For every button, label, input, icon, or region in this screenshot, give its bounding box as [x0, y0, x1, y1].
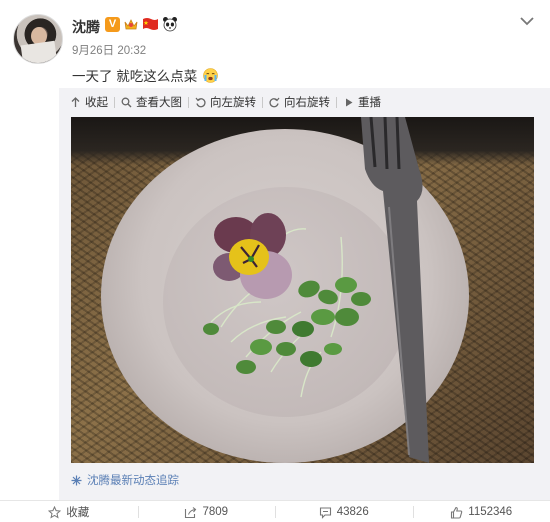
thumbs-up-icon — [450, 506, 463, 519]
favorite-label: 收藏 — [66, 507, 90, 519]
image-toolbar: 收起 查看大图 向左旋转 向右旋转 重播 — [59, 88, 550, 116]
follow-trend-label: 沈腾最新动态追踪 — [87, 475, 179, 487]
post-action-bar: 收藏 7809 43826 1152346 — [0, 502, 550, 522]
verified-v-icon[interactable]: V — [105, 16, 120, 32]
avatar[interactable] — [13, 14, 63, 64]
photo-garnish-and-fork — [203, 117, 429, 463]
magnifier-icon — [121, 97, 132, 108]
panda-icon[interactable] — [162, 16, 178, 32]
media-panel: 收起 查看大图 向左旋转 向右旋转 重播 沈腾最新动态追踪 — [59, 88, 550, 500]
rotate-left-icon — [195, 97, 206, 108]
photo-pansy-flower — [213, 213, 292, 299]
comment-button[interactable]: 43826 — [275, 502, 413, 522]
like-button[interactable]: 1152346 — [412, 502, 550, 522]
replay-button[interactable]: 重播 — [343, 92, 387, 112]
share-arrow-icon — [184, 506, 197, 519]
toolbar-divider — [114, 96, 115, 108]
toolbar-divider — [262, 96, 263, 108]
repost-button[interactable]: 7809 — [137, 502, 276, 522]
post-timestamp[interactable]: 9月26日 20:32 — [72, 42, 146, 58]
weibo-post-card: 沈腾 V 9月26日 20:32 一天了 就吃这么点菜 收起 查看大图 向左旋转… — [0, 0, 550, 522]
favorite-button[interactable]: 收藏 — [0, 502, 138, 522]
sparkle-icon — [71, 475, 82, 486]
follow-trend-link[interactable]: 沈腾最新动态追踪 — [71, 472, 179, 488]
post-text-content: 一天了 就吃这么点菜 — [72, 69, 198, 84]
china-flag-icon[interactable] — [142, 17, 159, 31]
rotate-right-label: 向右旋转 — [284, 97, 330, 109]
collapse-label: 收起 — [85, 97, 108, 109]
rotate-right-icon — [269, 97, 280, 108]
collapse-up-icon — [70, 96, 81, 108]
star-icon — [48, 505, 62, 519]
toolbar-divider — [336, 96, 337, 108]
photo-sprout-leaves — [203, 277, 371, 374]
crying-emoji-icon — [203, 68, 218, 83]
rotate-right-button[interactable]: 向右旋转 — [269, 92, 336, 112]
collapse-button[interactable]: 收起 — [70, 92, 114, 112]
crown-icon[interactable] — [123, 17, 139, 32]
post-text: 一天了 就吃这么点菜 — [72, 65, 218, 85]
author-name[interactable]: 沈腾 — [72, 17, 100, 37]
post-photo[interactable] — [71, 117, 534, 463]
comment-bubble-icon — [319, 506, 332, 519]
actions-divider — [0, 500, 550, 501]
avatar-newspaper — [20, 40, 58, 63]
rotate-left-button[interactable]: 向左旋转 — [195, 92, 262, 112]
comment-count: 43826 — [336, 506, 369, 518]
repost-count: 7809 — [202, 506, 229, 518]
photo-fork — [361, 117, 429, 463]
author-badges: V — [105, 16, 178, 32]
toolbar-divider — [188, 96, 189, 108]
replay-label: 重播 — [358, 97, 381, 109]
view-large-label: 查看大图 — [136, 97, 182, 109]
view-large-button[interactable]: 查看大图 — [121, 92, 188, 112]
rotate-left-label: 向左旋转 — [210, 97, 256, 109]
play-icon — [343, 97, 354, 108]
like-count: 1152346 — [468, 506, 513, 518]
post-menu-chevron-icon[interactable] — [519, 14, 535, 26]
